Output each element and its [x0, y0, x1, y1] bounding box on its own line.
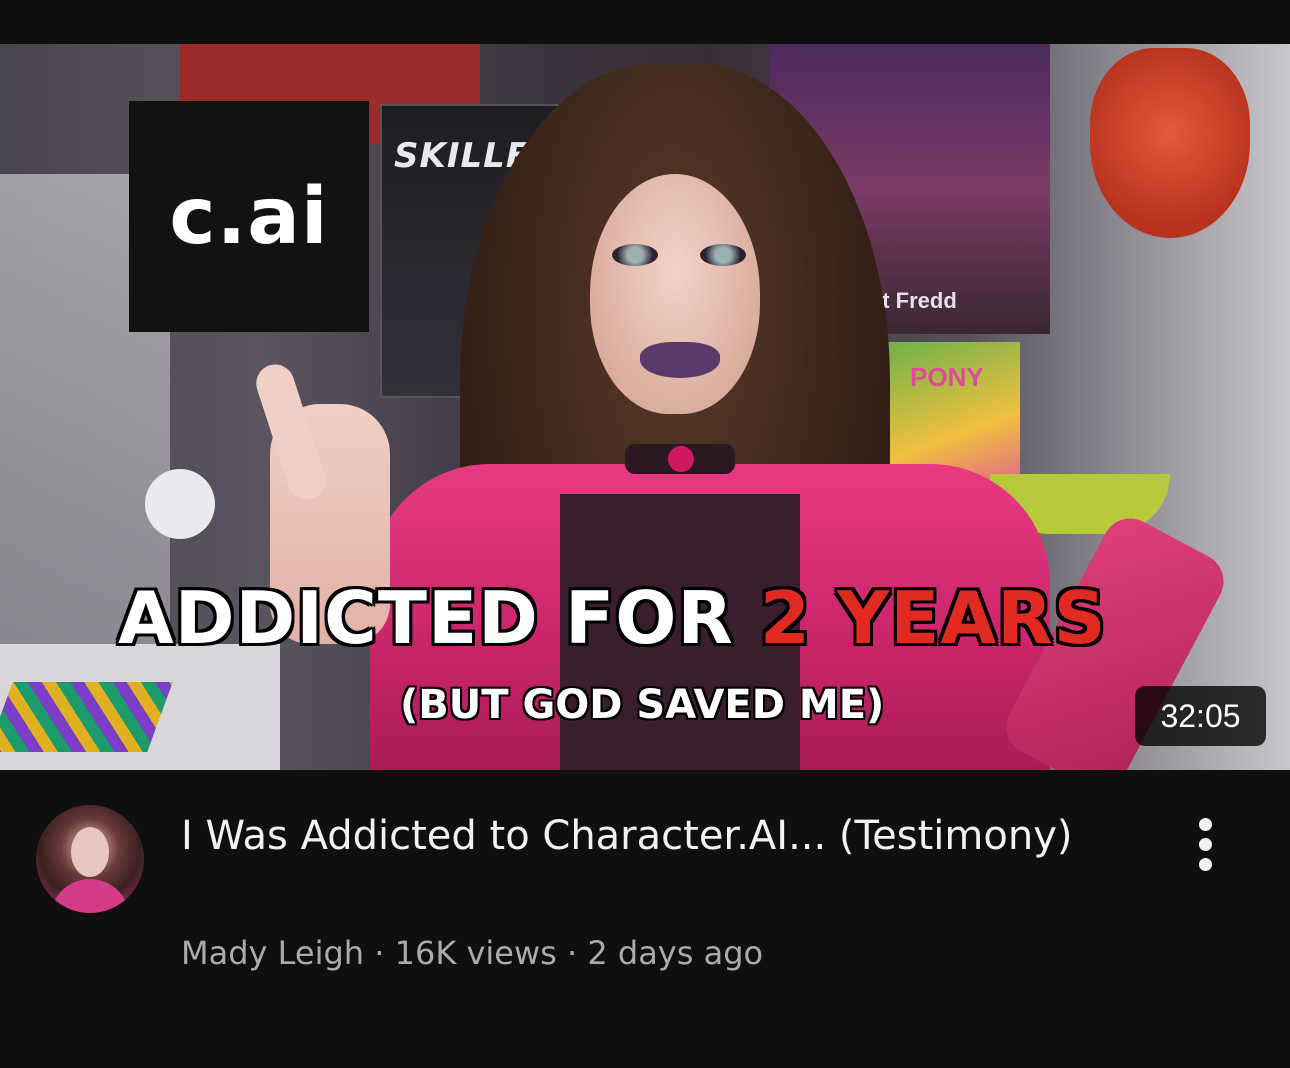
fox-mask	[1090, 48, 1250, 238]
cai-logo-text: c.ai	[169, 171, 329, 262]
thumbnail-subheadline: (BUT GOD SAVED ME)	[400, 682, 885, 728]
person-eye-right	[700, 244, 746, 266]
person-eye-left	[612, 244, 658, 266]
thumbnail-headline: ADDICTED FOR 2 YEARS	[118, 576, 1106, 660]
cai-logo: c.ai	[129, 101, 369, 332]
avatar-face	[71, 827, 109, 877]
avatar-body	[50, 879, 130, 913]
video-metadata: Mady Leigh · 16K views · 2 days ago	[181, 934, 763, 972]
more-vert-icon	[1198, 817, 1212, 831]
more-vert-icon	[1198, 857, 1212, 871]
upload-age: 2 days ago	[587, 934, 764, 972]
plush-ball	[145, 469, 215, 539]
more-vert-icon	[1198, 837, 1212, 851]
view-count: 16K views	[394, 934, 557, 972]
channel-name[interactable]: Mady Leigh	[181, 934, 364, 972]
meta-separator: ·	[556, 934, 588, 972]
top-bar	[0, 0, 1290, 44]
headline-red: 2 YEARS	[759, 576, 1107, 660]
pony-box-text: PONY	[910, 362, 984, 392]
headline-white: ADDICTED FOR	[118, 576, 760, 660]
rug	[0, 682, 173, 752]
duration-badge: 32:05	[1135, 686, 1266, 746]
person-lips	[640, 342, 720, 378]
meta-separator: ·	[364, 934, 395, 972]
choker-gem	[668, 446, 694, 472]
channel-avatar[interactable]	[36, 805, 144, 913]
more-options-button[interactable]	[1180, 812, 1230, 876]
person-face	[590, 174, 760, 414]
video-title[interactable]: I Was Addicted to Character.AI... (Testi…	[181, 808, 1081, 864]
video-thumbnail[interactable]: SKILLET at Fredd PONY c.ai ADDICTED FOR …	[0, 44, 1290, 770]
